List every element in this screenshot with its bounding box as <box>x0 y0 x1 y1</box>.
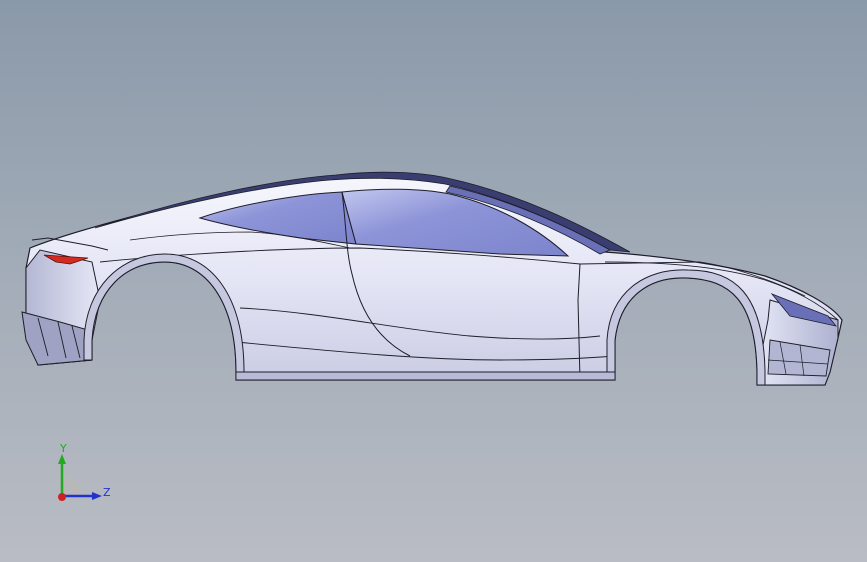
z-axis-label: Z <box>103 486 111 499</box>
coordinate-triad: Y Z <box>48 440 120 510</box>
rocker-panel <box>235 371 616 381</box>
graphics-viewport[interactable]: Y Z <box>0 0 867 562</box>
y-axis-label: Y <box>60 442 67 455</box>
triad-icon <box>58 454 102 501</box>
car-body-model[interactable] <box>0 0 867 562</box>
